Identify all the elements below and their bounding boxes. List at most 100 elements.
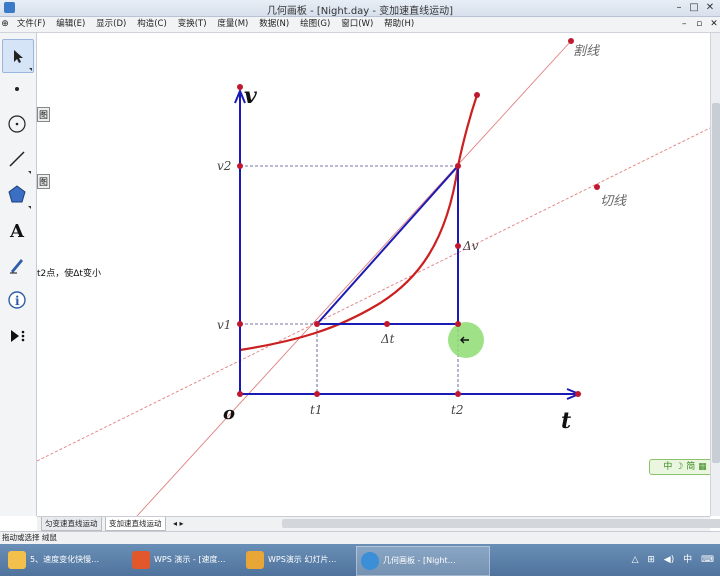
tool-submenu-indicator bbox=[29, 68, 32, 71]
doc-close-button[interactable]: ✕ bbox=[708, 17, 720, 32]
t1-point[interactable] bbox=[314, 391, 320, 397]
dt-midpoint[interactable] bbox=[384, 321, 390, 327]
menu-construct[interactable]: 构造(C) bbox=[133, 17, 171, 32]
tray-volume-icon[interactable]: ◀) bbox=[664, 555, 674, 565]
sketchpad-icon bbox=[361, 552, 379, 570]
wps-presentation-icon bbox=[132, 551, 150, 569]
taskbar-item-label: 几何画板 - [Night… bbox=[383, 556, 456, 565]
menu-measure[interactable]: 度量(M) bbox=[213, 17, 252, 32]
custom-tools-icon bbox=[11, 330, 25, 342]
menu-file[interactable]: 文件(F) bbox=[13, 17, 50, 32]
menu-display[interactable]: 显示(D) bbox=[92, 17, 130, 32]
tangent-point[interactable] bbox=[594, 184, 600, 190]
circle-icon bbox=[8, 115, 26, 133]
secant-triangle[interactable] bbox=[314, 163, 459, 325]
window-title: 几何画板 - [Night.day - 变加速直线运动] bbox=[266, 6, 454, 17]
v-axis-end-point[interactable] bbox=[237, 84, 243, 90]
graph-svg: v t o v2 v1 t1 t2 Δt Δv 割线 切线 bbox=[37, 38, 710, 516]
close-button[interactable]: ✕ bbox=[703, 1, 717, 14]
tab-page-2[interactable]: 变加速直线运动 bbox=[105, 517, 166, 531]
tray-ime-indicator[interactable]: 中 bbox=[683, 555, 692, 565]
point-icon bbox=[15, 87, 19, 91]
arrow-select-icon bbox=[14, 50, 23, 63]
document-menu-icon[interactable]: ⊕ bbox=[0, 17, 10, 32]
tab-nav-arrows[interactable]: ◂ ▸ bbox=[173, 517, 184, 530]
secant-label: 割线 bbox=[573, 44, 600, 59]
polygon-icon bbox=[8, 185, 26, 203]
pen-marker-icon bbox=[10, 259, 23, 274]
tray-up-arrow-icon[interactable]: △ bbox=[632, 555, 639, 565]
maximize-button[interactable]: □ bbox=[687, 1, 701, 14]
v1-point[interactable] bbox=[237, 321, 243, 327]
minimize-button[interactable]: – bbox=[672, 1, 686, 14]
text-tool-button[interactable]: A bbox=[2, 214, 32, 246]
point-tool-button[interactable] bbox=[2, 73, 32, 105]
v1-label: v1 bbox=[217, 318, 231, 332]
v-axis-label: v bbox=[244, 83, 257, 109]
v2-point[interactable] bbox=[237, 163, 243, 169]
menu-data[interactable]: 数据(N) bbox=[255, 17, 293, 32]
tool-submenu-indicator bbox=[28, 171, 31, 174]
taskbar-item-label: WPS 演示 - [速度… bbox=[154, 555, 226, 564]
arrow-tool-button[interactable] bbox=[2, 39, 34, 73]
velocity-curve[interactable] bbox=[239, 94, 479, 352]
taskbar-item-folder[interactable]: 5、速度变化快慢… bbox=[4, 546, 140, 574]
delta-v-label: Δv bbox=[462, 239, 479, 253]
text-a-icon: A bbox=[9, 221, 25, 240]
dv-midpoint[interactable] bbox=[455, 243, 461, 249]
menu-graph[interactable]: 绘图(G) bbox=[296, 17, 334, 32]
origin-label: o bbox=[223, 403, 235, 424]
wps-slideshow-icon bbox=[246, 551, 264, 569]
t2-label: t2 bbox=[451, 403, 463, 417]
tangent-label: 切线 bbox=[600, 194, 627, 209]
v2-label: v2 bbox=[217, 159, 231, 173]
menu-help[interactable]: 帮助(H) bbox=[380, 17, 418, 32]
origin-point[interactable] bbox=[237, 391, 243, 397]
info-tool-button[interactable]: i bbox=[2, 284, 32, 316]
taskbar-item-wps-1[interactable]: WPS 演示 - [速度… bbox=[128, 546, 260, 574]
tab-page-1[interactable]: 匀变速直线运动 bbox=[41, 517, 102, 531]
folder-icon bbox=[8, 551, 26, 569]
toolbox: A i bbox=[0, 33, 37, 516]
menu-window[interactable]: 窗口(W) bbox=[337, 17, 377, 32]
marker-tool-button[interactable] bbox=[2, 249, 32, 281]
doc-restore-button[interactable]: ▫ bbox=[693, 17, 705, 32]
info-icon: i bbox=[8, 291, 26, 309]
curve-end-point[interactable] bbox=[474, 92, 480, 98]
tool-submenu-indicator bbox=[28, 206, 31, 209]
polygon-tool-button[interactable] bbox=[2, 178, 32, 210]
status-bar: 拖动或选择 绒鼠 bbox=[0, 531, 720, 544]
tray-keyboard-icon[interactable]: ⌨ bbox=[701, 555, 714, 565]
tangent-line[interactable] bbox=[37, 127, 710, 462]
taskbar-item-label: WPS演示 幻灯片… bbox=[268, 555, 337, 564]
title-bar: 几何画板 - [Night.day - 变加速直线运动] – □ ✕ bbox=[0, 0, 720, 17]
taskbar-item-label: 5、速度变化快慢… bbox=[30, 555, 100, 564]
t-axis-end-point[interactable] bbox=[575, 391, 581, 397]
sketch-canvas[interactable]: 图 图 t2点，使Δt变小 v t o v2 v1 t1 t2 Δt Δv 割线… bbox=[37, 33, 710, 516]
svg-text:i: i bbox=[15, 294, 20, 308]
t2-point[interactable] bbox=[455, 391, 461, 397]
system-tray: △ ⊞ ◀) 中 ⌨ bbox=[626, 552, 714, 565]
page-tab-bar: 匀变速直线运动 变加速直线运动 ◂ ▸ bbox=[37, 516, 720, 531]
tray-network-icon[interactable]: ⊞ bbox=[647, 555, 655, 565]
taskbar-item-sketchpad[interactable]: 几何画板 - [Night… bbox=[356, 546, 490, 576]
line-tool-button[interactable] bbox=[2, 143, 32, 175]
delta-t-label: Δt bbox=[380, 332, 395, 346]
vertical-scroll-thumb[interactable] bbox=[712, 103, 720, 463]
corner-point[interactable] bbox=[455, 321, 461, 327]
taskbar-item-wps-2[interactable]: WPS演示 幻灯片… bbox=[242, 546, 374, 574]
taskbar: 5、速度变化快慢… WPS 演示 - [速度… WPS演示 幻灯片… 几何画板 … bbox=[0, 544, 720, 576]
compass-tool-button[interactable] bbox=[2, 108, 32, 140]
vertical-scrollbar[interactable] bbox=[710, 33, 720, 516]
secant-line[interactable] bbox=[136, 40, 572, 516]
t-axis-label: t bbox=[561, 408, 571, 434]
horizontal-scrollbar[interactable] bbox=[282, 519, 720, 528]
svg-text:A: A bbox=[9, 221, 25, 240]
t1-label: t1 bbox=[310, 403, 322, 417]
doc-minimize-button[interactable]: – bbox=[678, 17, 690, 32]
curve-point-2[interactable] bbox=[455, 163, 461, 169]
curve-point-1[interactable] bbox=[314, 321, 320, 327]
custom-tool-button[interactable] bbox=[2, 320, 32, 352]
menu-transform[interactable]: 变换(T) bbox=[174, 17, 211, 32]
menu-edit[interactable]: 编辑(E) bbox=[52, 17, 89, 32]
